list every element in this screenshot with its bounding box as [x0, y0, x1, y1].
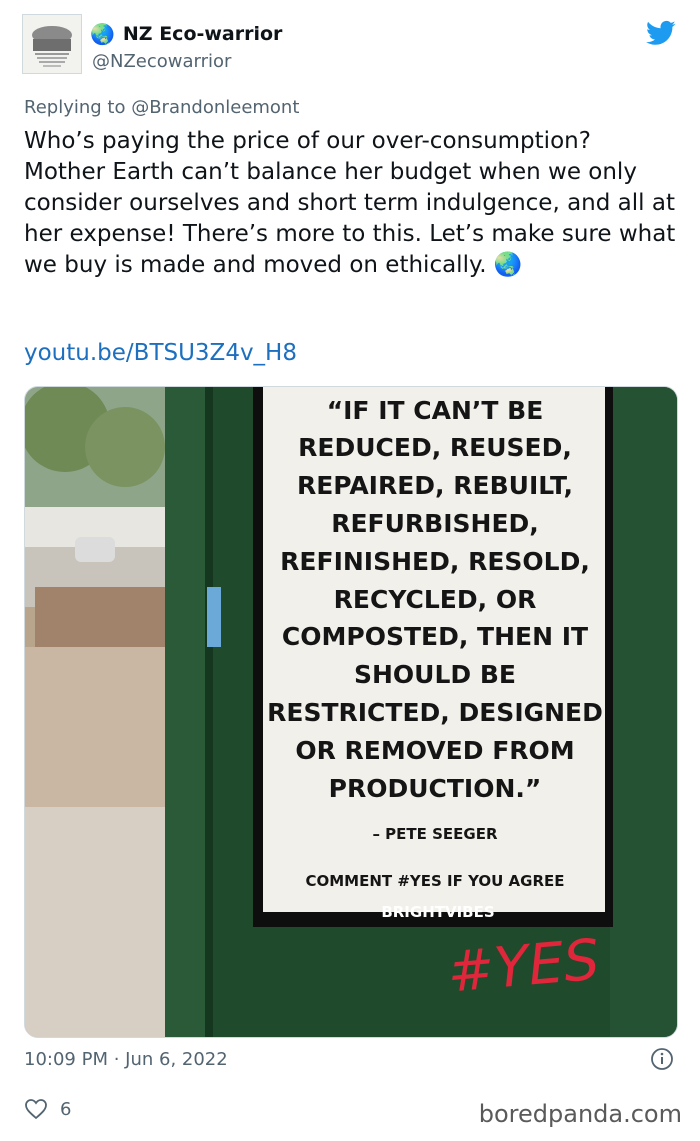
tweet-link[interactable]: youtu.be/BTSU3Z4v_H8 — [24, 340, 297, 366]
poster-quote-line: REDUCED, REUSED, — [298, 433, 572, 462]
poster-quote-line: SHOULD BE — [354, 660, 516, 689]
reply-to-link[interactable]: @Brandonleemont — [131, 97, 299, 118]
poster-quote-line: OR REMOVED FROM — [295, 736, 574, 765]
poster-quote-line: REPAIRED, REBUILT, — [297, 471, 573, 500]
avatar-cartoon-icon — [23, 15, 81, 73]
poster-quote-line: RECYCLED, OR — [334, 585, 537, 614]
tweet-date: Jun 6, 2022 — [125, 1049, 228, 1070]
tweet-time: 10:09 PM — [24, 1049, 108, 1070]
author-row: 🌏 NZ Eco-warrior — [90, 22, 282, 46]
poster-quote-line: RESTRICTED, DESIGNED — [267, 698, 603, 727]
globe-icon: 🌏 — [90, 22, 115, 46]
tweet-timestamp[interactable]: 10:09 PM · Jun 6, 2022 — [24, 1049, 228, 1070]
author-handle[interactable]: @NZecowarrior — [92, 51, 231, 72]
poster-photo: “IF IT CAN’T BE REDUCED, REUSED, REPAIRE… — [25, 387, 677, 1037]
poster-brand: BRIGHTVIBES — [381, 903, 494, 921]
info-icon[interactable] — [650, 1047, 674, 1071]
poster-cta: COMMENT #YES IF YOU AGREE — [305, 872, 564, 890]
poster-quote-line: “IF IT CAN’T BE — [327, 396, 544, 425]
author-name[interactable]: NZ Eco-warrior — [123, 23, 283, 45]
heart-icon — [25, 1099, 47, 1120]
watermark: boredpanda.com — [478, 1100, 682, 1128]
twitter-bird-icon[interactable] — [644, 18, 678, 48]
like-button[interactable]: 6 — [24, 1098, 71, 1120]
meta-separator: · — [107, 1049, 126, 1070]
poster-quote-line: REFURBISHED, — [331, 509, 539, 538]
graffiti-text: #YES — [445, 928, 602, 1006]
poster-quote-line: COMPOSTED, THEN IT — [282, 622, 588, 651]
avatar[interactable] — [22, 14, 82, 74]
poster-attribution: – PETE SEEGER — [372, 825, 498, 843]
poster-quote-line: PRODUCTION.” — [329, 774, 542, 803]
poster-quote-line: REFINISHED, RESOLD, — [280, 547, 590, 576]
tweet-text: Who’s paying the price of our over-consu… — [24, 128, 676, 278]
reply-prefix: Replying to — [24, 97, 132, 118]
like-count: 6 — [60, 1098, 72, 1120]
tweet-photo[interactable]: “IF IT CAN’T BE REDUCED, REUSED, REPAIRE… — [24, 386, 678, 1038]
replying-to: Replying to @Brandonleemont — [24, 97, 299, 118]
